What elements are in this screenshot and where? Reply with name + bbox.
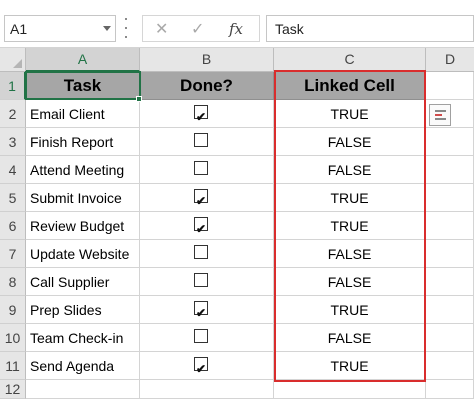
formula-buttons: ✕ ✓ fx bbox=[142, 15, 260, 42]
select-all-button[interactable] bbox=[0, 48, 26, 72]
row-header-12[interactable]: 12 bbox=[0, 380, 26, 399]
empty-cell[interactable] bbox=[274, 380, 426, 399]
done-checkbox[interactable] bbox=[194, 133, 208, 147]
empty-cell[interactable] bbox=[140, 380, 274, 399]
done-cell[interactable] bbox=[140, 268, 274, 296]
header-cell-linked[interactable]: Linked Cell bbox=[274, 72, 426, 100]
empty-cell[interactable] bbox=[426, 184, 474, 212]
row-header-4[interactable]: 4 bbox=[0, 156, 26, 184]
empty-cell[interactable] bbox=[426, 268, 474, 296]
header-cell-done[interactable]: Done? bbox=[140, 72, 274, 100]
linked-cell[interactable]: TRUE bbox=[274, 296, 426, 324]
quick-analysis-icon[interactable] bbox=[429, 104, 451, 126]
linked-cell[interactable]: TRUE bbox=[274, 100, 426, 128]
linked-cell[interactable]: TRUE bbox=[274, 352, 426, 380]
chevron-down-icon[interactable] bbox=[103, 26, 111, 31]
spreadsheet-grid: A B C D 1 Task Done? Linked Cell 2 Email Clie… bbox=[0, 48, 474, 411]
empty-cell[interactable] bbox=[426, 324, 474, 352]
task-cell[interactable]: Team Check-in bbox=[26, 324, 140, 352]
row-header-5[interactable]: 5 bbox=[0, 184, 26, 212]
cancel-icon[interactable]: ✕ bbox=[155, 19, 168, 39]
linked-cell[interactable]: FALSE bbox=[274, 156, 426, 184]
empty-cell[interactable] bbox=[426, 380, 474, 399]
header-cell-task[interactable]: Task bbox=[26, 72, 140, 100]
task-cell[interactable]: Finish Report bbox=[26, 128, 140, 156]
empty-cell[interactable] bbox=[26, 380, 140, 399]
row-header-10[interactable]: 10 bbox=[0, 324, 26, 352]
done-cell[interactable]: ✔ bbox=[140, 352, 274, 380]
done-checkbox[interactable] bbox=[194, 161, 208, 175]
done-cell[interactable] bbox=[140, 156, 274, 184]
empty-cell[interactable] bbox=[426, 212, 474, 240]
done-cell[interactable]: ✔ bbox=[140, 296, 274, 324]
empty-cell[interactable] bbox=[426, 352, 474, 380]
checkmark-icon: ✔ bbox=[195, 194, 207, 208]
task-cell[interactable]: Call Supplier bbox=[26, 268, 140, 296]
done-checkbox[interactable]: ✔ bbox=[194, 357, 208, 376]
linked-cell[interactable]: FALSE bbox=[274, 240, 426, 268]
empty-cell[interactable] bbox=[426, 156, 474, 184]
checkmark-icon: ✔ bbox=[195, 306, 207, 320]
done-checkbox[interactable] bbox=[194, 273, 208, 287]
done-cell[interactable] bbox=[140, 240, 274, 268]
insert-function-icon[interactable]: fx bbox=[229, 20, 243, 38]
row-header-6[interactable]: 6 bbox=[0, 212, 26, 240]
task-cell[interactable]: Prep Slides bbox=[26, 296, 140, 324]
checkmark-icon: ✔ bbox=[195, 110, 207, 124]
done-checkbox[interactable]: ✔ bbox=[194, 301, 208, 320]
name-box[interactable]: A1 bbox=[4, 15, 116, 42]
task-cell[interactable]: Submit Invoice bbox=[26, 184, 140, 212]
done-cell[interactable] bbox=[140, 128, 274, 156]
empty-cell[interactable] bbox=[426, 296, 474, 324]
done-cell[interactable]: ✔ bbox=[140, 184, 274, 212]
done-checkbox[interactable]: ✔ bbox=[194, 105, 208, 124]
linked-cell[interactable]: TRUE bbox=[274, 212, 426, 240]
row-header-7[interactable]: 7 bbox=[0, 240, 26, 268]
task-cell[interactable]: Email Client bbox=[26, 100, 140, 128]
row-header-3[interactable]: 3 bbox=[0, 128, 26, 156]
row-header-2[interactable]: 2 bbox=[0, 100, 26, 128]
formula-bar: A1 ✕ ✓ fx Task bbox=[0, 0, 474, 48]
linked-cell[interactable]: FALSE bbox=[274, 324, 426, 352]
linked-cell[interactable]: FALSE bbox=[274, 128, 426, 156]
column-header-b[interactable]: B bbox=[140, 48, 274, 72]
column-header-a[interactable]: A bbox=[26, 48, 140, 72]
formula-value: Task bbox=[275, 21, 304, 37]
formula-bar-grip-icon[interactable] bbox=[123, 18, 129, 38]
checkmark-icon: ✔ bbox=[195, 362, 207, 376]
quick-analysis-lines bbox=[435, 110, 446, 120]
task-cell[interactable]: Attend Meeting bbox=[26, 156, 140, 184]
column-header-c[interactable]: C bbox=[274, 48, 426, 72]
row-header-9[interactable]: 9 bbox=[0, 296, 26, 324]
linked-cell[interactable]: TRUE bbox=[274, 184, 426, 212]
done-checkbox[interactable]: ✔ bbox=[194, 189, 208, 208]
done-cell[interactable]: ✔ bbox=[140, 100, 274, 128]
done-checkbox[interactable]: ✔ bbox=[194, 217, 208, 236]
row-header-8[interactable]: 8 bbox=[0, 268, 26, 296]
done-checkbox[interactable] bbox=[194, 245, 208, 259]
fill-handle[interactable] bbox=[136, 96, 142, 102]
task-cell[interactable]: Review Budget bbox=[26, 212, 140, 240]
enter-icon[interactable]: ✓ bbox=[191, 19, 204, 39]
done-checkbox[interactable] bbox=[194, 329, 208, 343]
task-cell[interactable]: Update Website bbox=[26, 240, 140, 268]
formula-input[interactable]: Task bbox=[266, 15, 474, 42]
linked-cell[interactable]: FALSE bbox=[274, 268, 426, 296]
task-cell[interactable]: Send Agenda bbox=[26, 352, 140, 380]
empty-cell[interactable] bbox=[426, 240, 474, 268]
row-header-11[interactable]: 11 bbox=[0, 352, 26, 380]
name-box-value: A1 bbox=[10, 21, 28, 37]
empty-cell[interactable] bbox=[426, 128, 474, 156]
column-header-d[interactable]: D bbox=[426, 48, 474, 72]
done-cell[interactable] bbox=[140, 324, 274, 352]
done-cell[interactable]: ✔ bbox=[140, 212, 274, 240]
checkmark-icon: ✔ bbox=[195, 222, 207, 236]
empty-cell[interactable] bbox=[426, 72, 474, 100]
row-header-1[interactable]: 1 bbox=[0, 72, 26, 100]
